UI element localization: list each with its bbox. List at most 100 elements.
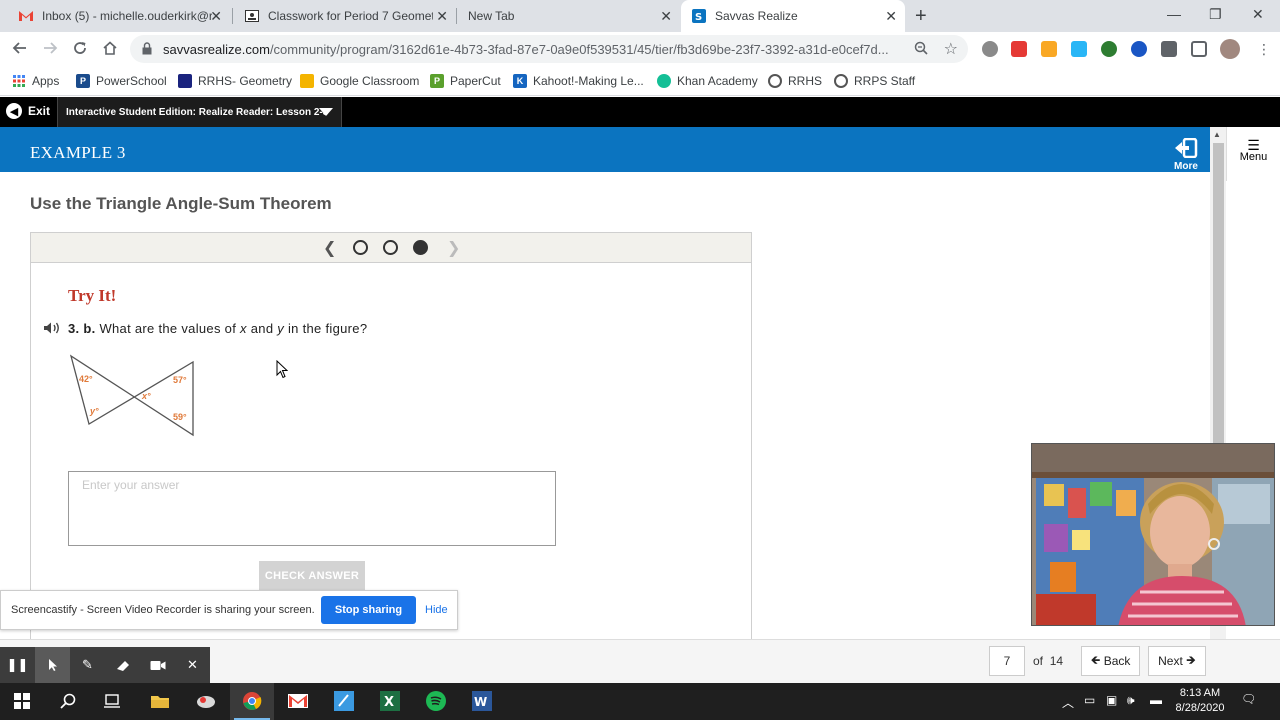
excel-icon[interactable]: X bbox=[378, 689, 402, 713]
spotify-icon[interactable] bbox=[424, 689, 448, 713]
forward-arrow-icon[interactable] bbox=[41, 40, 59, 58]
camera-tool-icon[interactable] bbox=[140, 647, 175, 683]
bookmark-label: PaperCut bbox=[450, 74, 501, 88]
url-text: savvasrealize.com/community/program/3162… bbox=[163, 42, 933, 57]
taskbar-clock[interactable]: 8:13 AM 8/28/2020 bbox=[1172, 686, 1228, 716]
home-icon[interactable] bbox=[101, 40, 119, 58]
check-answer-button[interactable]: CHECK ANSWER bbox=[259, 561, 365, 590]
page-of-label: of bbox=[1033, 654, 1044, 668]
file-explorer-icon[interactable] bbox=[148, 689, 172, 713]
close-toolbar-icon[interactable]: ✕ bbox=[175, 647, 210, 683]
minimize-button[interactable]: — bbox=[1167, 6, 1181, 22]
svg-text:W: W bbox=[474, 695, 487, 709]
notifications-icon[interactable]: 🗨 bbox=[1241, 692, 1256, 706]
cloud-app-icon[interactable] bbox=[194, 689, 218, 713]
bookmark-rrhs-geometry[interactable]: RRHS- Geometry bbox=[178, 72, 292, 90]
address-bar[interactable]: savvasrealize.com/community/program/3162… bbox=[130, 35, 968, 63]
network-icon[interactable]: ▭ bbox=[1084, 693, 1095, 707]
bookmark-powerschool[interactable]: P PowerSchool bbox=[76, 72, 167, 90]
extension-apple-icon[interactable] bbox=[982, 41, 998, 57]
scrollbar-thumb[interactable] bbox=[1213, 143, 1224, 443]
next-slide-icon[interactable]: ❯ bbox=[447, 238, 460, 258]
close-icon[interactable]: ✕ bbox=[436, 8, 448, 24]
pen-tool-icon[interactable]: ✎ bbox=[70, 647, 105, 683]
reload-icon[interactable] bbox=[71, 40, 89, 58]
tab-new-tab[interactable]: New Tab ✕ bbox=[458, 0, 680, 32]
carousel-dot-2[interactable] bbox=[383, 240, 398, 255]
next-page-button[interactable]: Next 🡺 bbox=[1148, 646, 1206, 676]
bookmark-apps[interactable]: Apps bbox=[12, 72, 59, 90]
cursor-tool-icon[interactable] bbox=[35, 647, 70, 683]
reader-title-dropdown[interactable]: Interactive Student Edition: Realize Rea… bbox=[57, 97, 342, 127]
extension-download-icon[interactable] bbox=[1071, 41, 1087, 57]
more-button[interactable]: More bbox=[1170, 137, 1202, 172]
question-part: What are the values of bbox=[99, 321, 241, 336]
task-view-icon[interactable] bbox=[100, 689, 124, 713]
carousel-dot-3[interactable] bbox=[413, 240, 428, 255]
classroom-icon bbox=[244, 8, 260, 24]
cast-icon[interactable] bbox=[1191, 41, 1207, 57]
question-part: in the figure? bbox=[284, 321, 368, 336]
bookmark-google-classroom[interactable]: Google Classroom bbox=[300, 72, 419, 90]
profile-avatar[interactable] bbox=[1220, 39, 1240, 59]
question-text: 3. b. What are the values of x and y in … bbox=[68, 321, 367, 336]
window-close-button[interactable]: ✕ bbox=[1252, 6, 1264, 23]
volume-icon[interactable]: 🕪 bbox=[1127, 693, 1135, 708]
back-arrow-icon[interactable] bbox=[11, 40, 29, 58]
tray-app-icon[interactable]: ▣ bbox=[1106, 693, 1117, 707]
carousel-dot-1[interactable] bbox=[353, 240, 368, 255]
classroom-icon bbox=[178, 74, 192, 88]
webcam-overlay[interactable] bbox=[1031, 443, 1275, 626]
exit-button[interactable]: ◀ Exit bbox=[6, 103, 50, 119]
stop-sharing-button[interactable]: Stop sharing bbox=[321, 596, 416, 624]
pause-icon[interactable]: ❚❚ bbox=[0, 647, 35, 683]
close-icon[interactable]: ✕ bbox=[660, 8, 672, 24]
bookmark-rrps-staff[interactable]: RRPS Staff bbox=[834, 72, 915, 90]
bookmark-star-icon[interactable]: ☆ bbox=[944, 39, 958, 59]
new-tab-button[interactable]: + bbox=[915, 6, 927, 26]
bookmark-label: RRHS bbox=[788, 74, 823, 88]
bookmark-khan-academy[interactable]: Khan Academy bbox=[657, 72, 758, 90]
tab-savvas-realize[interactable]: S Savvas Realize ✕ bbox=[681, 0, 905, 32]
extension-screencastify-icon[interactable] bbox=[1011, 41, 1027, 57]
eraser-tool-icon[interactable] bbox=[105, 647, 140, 683]
chrome-icon[interactable] bbox=[240, 689, 264, 713]
more-vert-icon[interactable]: ⋮ bbox=[1257, 41, 1271, 58]
word-icon[interactable]: W bbox=[470, 689, 494, 713]
zoom-icon[interactable] bbox=[914, 41, 928, 60]
close-icon[interactable]: ✕ bbox=[210, 8, 222, 24]
clock-date: 8/28/2020 bbox=[1175, 702, 1225, 714]
speaker-icon[interactable] bbox=[43, 321, 61, 340]
tab-separator bbox=[456, 8, 457, 24]
scroll-up-icon[interactable]: ▲ bbox=[1213, 130, 1221, 139]
mouse-cursor-icon bbox=[276, 360, 288, 379]
bookmark-papercut[interactable]: P PaperCut bbox=[430, 72, 501, 90]
angle-label-57: 57° bbox=[173, 375, 187, 385]
extension-k-icon[interactable] bbox=[1131, 41, 1147, 57]
maximize-button[interactable]: ❐ bbox=[1209, 6, 1222, 23]
battery-icon[interactable]: ▬ bbox=[1150, 693, 1162, 707]
windows-start-icon[interactable] bbox=[10, 689, 34, 713]
tray-chevron-icon[interactable]: ︿ bbox=[1062, 694, 1074, 711]
close-icon[interactable]: ✕ bbox=[885, 8, 897, 24]
extension-thumb-icon[interactable] bbox=[1041, 41, 1057, 57]
bookmark-rrhs[interactable]: RRHS bbox=[768, 72, 822, 90]
extension-grammar-icon[interactable] bbox=[1101, 41, 1117, 57]
more-exit-icon bbox=[1175, 137, 1198, 159]
mail-icon[interactable] bbox=[286, 689, 310, 713]
next-label: Next bbox=[1158, 654, 1183, 668]
bookmark-label: PowerSchool bbox=[96, 74, 167, 88]
menu-button[interactable]: ☰ Menu bbox=[1226, 127, 1280, 181]
tab-gmail[interactable]: Inbox (5) - michelle.ouderkirk@r ✕ bbox=[8, 0, 230, 32]
bookmark-kahoot[interactable]: K Kahoot!-Making Le... bbox=[513, 72, 644, 90]
hide-button[interactable]: Hide bbox=[425, 604, 448, 616]
answer-input[interactable]: Enter your answer bbox=[68, 471, 556, 546]
search-icon[interactable] bbox=[56, 689, 80, 713]
notepad-icon[interactable] bbox=[332, 689, 356, 713]
back-page-button[interactable]: 🡸 Back bbox=[1081, 646, 1140, 676]
page-number-input[interactable]: 7 bbox=[989, 646, 1025, 676]
tab-classroom[interactable]: Classwork for Period 7 Geometry ✕ bbox=[234, 0, 456, 32]
extensions-puzzle-icon[interactable] bbox=[1161, 41, 1177, 57]
prev-slide-icon[interactable]: ❮ bbox=[323, 238, 336, 258]
reader-title: Interactive Student Edition: Realize Rea… bbox=[66, 106, 329, 118]
